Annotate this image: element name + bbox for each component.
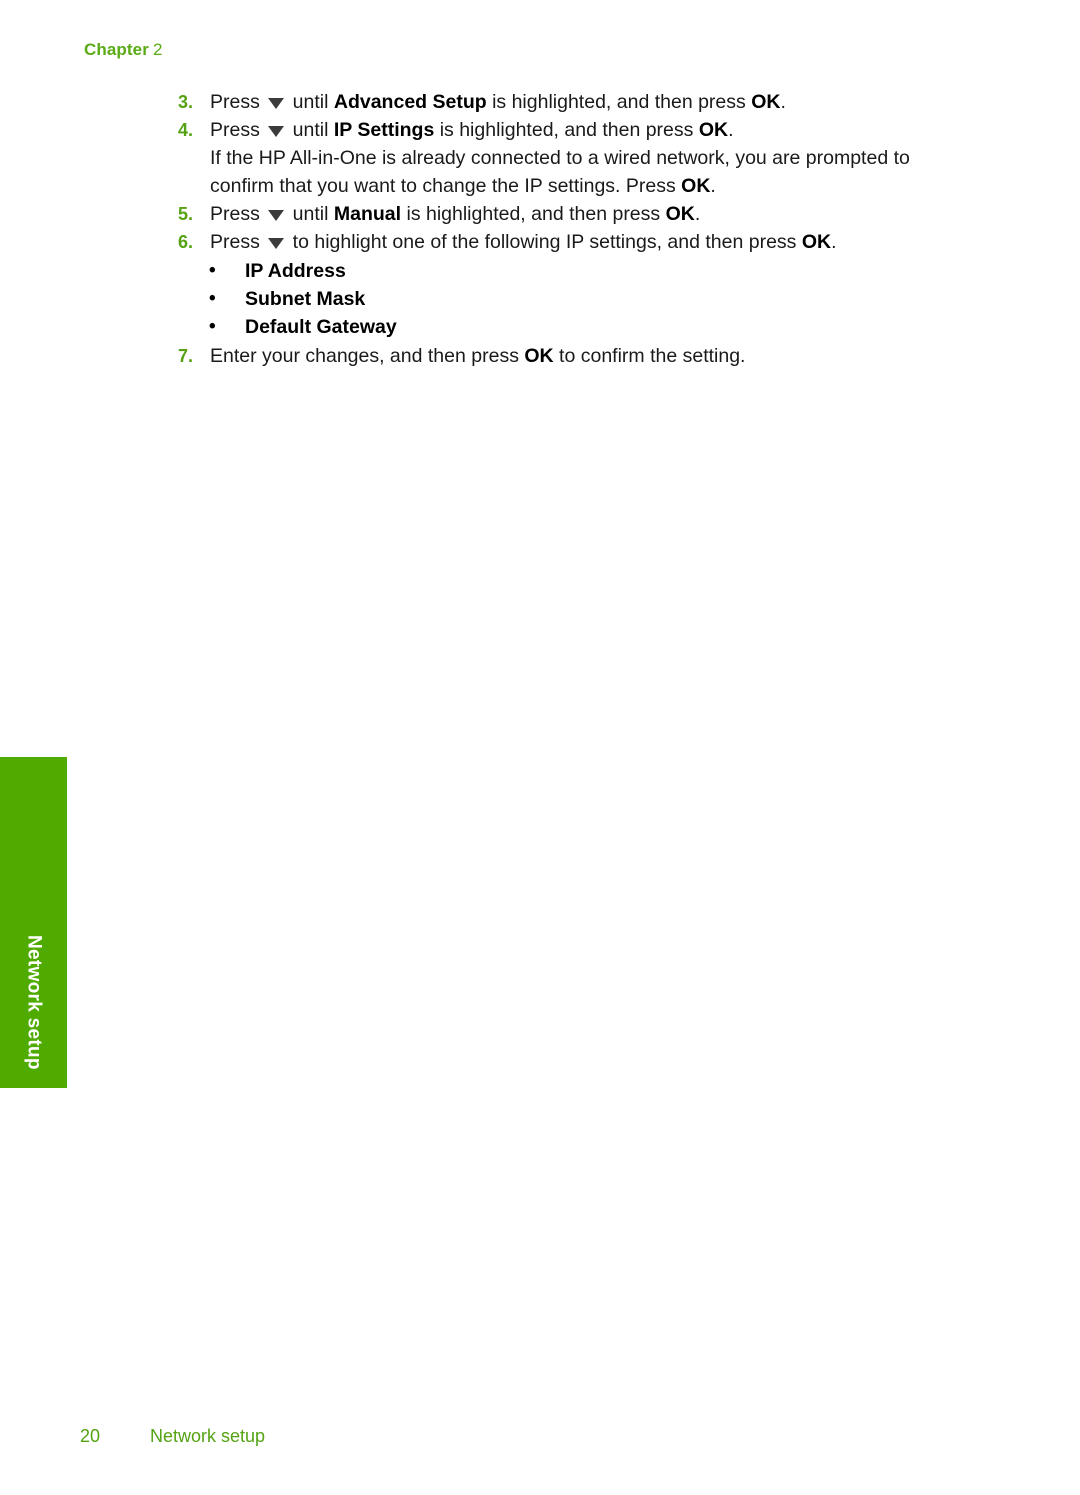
step4-end: . (728, 119, 734, 141)
step4-bold-term: IP Settings (333, 119, 435, 141)
step6-pre: Press (210, 231, 266, 253)
step-text: Press until Advanced Setup is highlighte… (210, 88, 1000, 116)
step4-note2-pre: confirm that you want to change the IP s… (210, 175, 682, 197)
step-line: Enter your changes, and then press OK to… (210, 342, 1000, 370)
down-arrow-icon (268, 210, 285, 221)
numbered-step-list: 3. Press until Advanced Setup is highlig… (0, 88, 1080, 256)
step-text: Press until IP Settings is highlighted, … (210, 116, 1000, 200)
down-arrow-icon (268, 126, 285, 137)
list-item-step-5: 5. Press until Manual is highlighted, an… (0, 200, 1080, 228)
step6-post: to highlight one of the following IP set… (287, 231, 802, 253)
step4-pre: Press (210, 119, 266, 141)
step4-note2-ok: OK (681, 175, 711, 197)
step5-bold-term: Manual (333, 203, 402, 225)
step7-ok: OK (524, 345, 554, 367)
step5-mid: until (287, 203, 334, 225)
bullet-icon: • (209, 260, 216, 281)
bullet-icon: • (209, 316, 216, 337)
step-line: Press to highlight one of the following … (210, 228, 1000, 256)
step4-ok: OK (698, 119, 729, 141)
step-text: Press until Manual is highlighted, and t… (210, 200, 1000, 228)
step5-end: . (694, 203, 701, 225)
step6-ok: OK (801, 231, 832, 253)
step7-pre: Enter your changes, and then press (210, 345, 525, 367)
step-line: Press until Manual is highlighted, and t… (210, 200, 1000, 228)
document-page: Chapter 2 3. Press until Advanced Setup i… (0, 0, 1080, 1495)
step-number: 3. (178, 92, 194, 112)
ip-settings-bullet-list: • IP Address • Subnet Mask • Default Gat… (0, 257, 1080, 341)
step-number: 5. (178, 204, 194, 224)
thumb-tab-text-wrap: Network setup (0, 757, 67, 1088)
numbered-step-list-continued: 7. Enter your changes, and then press OK… (0, 342, 1080, 370)
step-text: Press to highlight one of the following … (210, 228, 1000, 256)
list-item-subnet-mask: • Subnet Mask (0, 285, 1080, 313)
step3-end: . (780, 91, 786, 113)
step3-post: is highlighted, and then press (486, 91, 752, 113)
list-item-step-3: 3. Press until Advanced Setup is highlig… (0, 88, 1080, 116)
chapter-label: Chapter (84, 40, 149, 59)
step3-ok: OK (751, 91, 781, 113)
page-content: 3. Press until Advanced Setup is highlig… (0, 88, 1080, 370)
step-line: Press until IP Settings is highlighted, … (210, 116, 1000, 144)
section-thumb-tab: Network setup (0, 757, 67, 1088)
list-item-step-4: 4. Press until IP Settings is highlighte… (0, 116, 1080, 200)
step4-post: is highlighted, and then press (434, 119, 699, 141)
step3-pre: Press (210, 91, 266, 113)
step-note-line-1: If the HP All-in-One is already connecte… (210, 147, 910, 169)
step-note-line-2: confirm that you want to change the IP s… (210, 172, 1000, 200)
step-text: Enter your changes, and then press OK to… (210, 342, 1000, 370)
step3-bold-term: Advanced Setup (333, 91, 487, 113)
bullet-icon: • (209, 288, 216, 309)
list-item-ip-address: • IP Address (0, 257, 1080, 285)
step4-note2-end: . (710, 175, 716, 197)
step-number: 6. (178, 232, 194, 252)
list-item-step-7: 7. Enter your changes, and then press OK… (0, 342, 1080, 370)
step5-pre: Press (210, 203, 266, 225)
step5-ok: OK (665, 203, 695, 225)
down-arrow-icon (268, 98, 285, 109)
chapter-number: 2 (152, 40, 163, 59)
bullet-label: IP Address (245, 260, 346, 282)
step-number: 4. (178, 120, 194, 140)
step7-post: to confirm the setting. (553, 345, 746, 367)
step3-mid: until (287, 91, 334, 113)
step5-post: is highlighted, and then press (401, 203, 666, 225)
thumb-tab-label: Network setup (23, 935, 45, 1070)
footer-section-title: Network setup (150, 1426, 266, 1446)
page-number: 20 (80, 1426, 101, 1446)
step4-mid: until (287, 119, 334, 141)
step-line: Press until Advanced Setup is highlighte… (210, 88, 1000, 116)
bullet-label: Default Gateway (245, 316, 397, 338)
step6-end: . (831, 231, 837, 253)
chapter-header: Chapter 2 (84, 40, 163, 60)
list-item-step-6: 6. Press to highlight one of the followi… (0, 228, 1080, 256)
page-footer: 20 Network setup (0, 1426, 1080, 1450)
down-arrow-icon (268, 238, 285, 249)
list-item-default-gateway: • Default Gateway (0, 313, 1080, 341)
step-number: 7. (178, 346, 194, 366)
bullet-label: Subnet Mask (245, 288, 366, 310)
